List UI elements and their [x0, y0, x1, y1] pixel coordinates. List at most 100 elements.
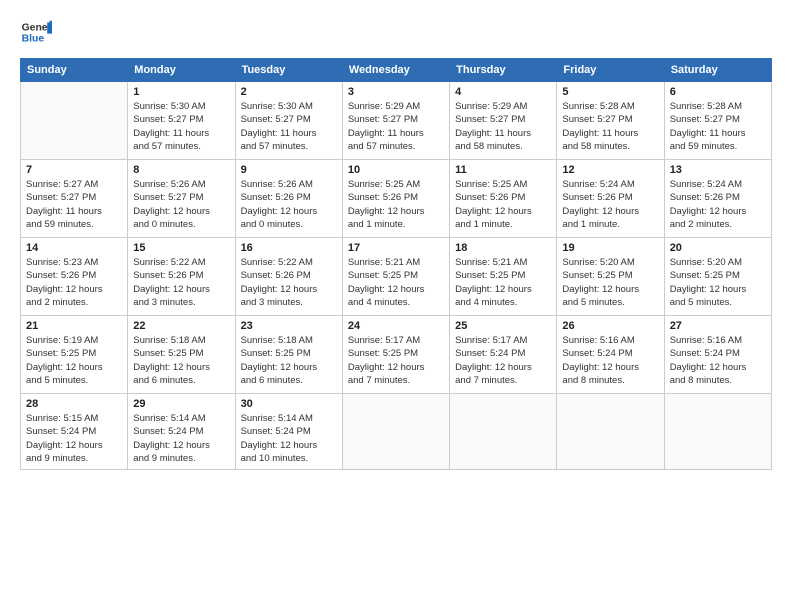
day-number: 7 — [26, 164, 122, 176]
calendar-cell — [664, 394, 771, 470]
calendar-week-row: 14 Sunrise: 5:23 AMSunset: 5:26 PMDayligh… — [21, 238, 772, 316]
calendar-cell: 30 Sunrise: 5:14 AMSunset: 5:24 PMDayligh… — [235, 394, 342, 470]
calendar-cell: 3 Sunrise: 5:29 AMSunset: 5:27 PMDaylight… — [342, 82, 449, 160]
day-info: Sunrise: 5:15 AMSunset: 5:24 PMDaylight:… — [26, 412, 122, 465]
day-number: 23 — [241, 320, 337, 332]
calendar-cell: 2 Sunrise: 5:30 AMSunset: 5:27 PMDaylight… — [235, 82, 342, 160]
day-info: Sunrise: 5:18 AMSunset: 5:25 PMDaylight:… — [241, 334, 337, 387]
day-info: Sunrise: 5:25 AMSunset: 5:26 PMDaylight:… — [455, 178, 551, 231]
calendar-cell: 13Sunrise: 5:24 AMSunset: 5:26 PMDayligh… — [664, 160, 771, 238]
day-info: Sunrise: 5:23 AMSunset: 5:26 PMDaylight:… — [26, 256, 122, 309]
day-number: 29 — [133, 398, 229, 410]
day-number: 4 — [455, 86, 551, 98]
calendar-cell — [21, 82, 128, 160]
calendar-cell: 25 Sunrise: 5:17 AMSunset: 5:24 PMDayligh… — [450, 316, 557, 394]
calendar-cell: 6 Sunrise: 5:28 AMSunset: 5:27 PMDaylight… — [664, 82, 771, 160]
calendar-cell: 23 Sunrise: 5:18 AMSunset: 5:25 PMDayligh… — [235, 316, 342, 394]
day-info: Sunrise: 5:17 AMSunset: 5:24 PMDaylight:… — [455, 334, 551, 387]
day-number: 6 — [670, 86, 766, 98]
day-info: Sunrise: 5:16 AMSunset: 5:24 PMDaylight:… — [562, 334, 658, 387]
calendar-week-row: 28 Sunrise: 5:15 AMSunset: 5:24 PMDayligh… — [21, 394, 772, 470]
day-info: Sunrise: 5:25 AMSunset: 5:26 PMDaylight:… — [348, 178, 444, 231]
day-number: 30 — [241, 398, 337, 410]
calendar-cell: 29 Sunrise: 5:14 AMSunset: 5:24 PMDayligh… — [128, 394, 235, 470]
day-info: Sunrise: 5:30 AMSunset: 5:27 PMDaylight:… — [133, 100, 229, 153]
day-info: Sunrise: 5:30 AMSunset: 5:27 PMDaylight:… — [241, 100, 337, 153]
day-info: Sunrise: 5:17 AMSunset: 5:25 PMDaylight:… — [348, 334, 444, 387]
day-number: 12 — [562, 164, 658, 176]
calendar-cell: 16 Sunrise: 5:22 AMSunset: 5:26 PMDayligh… — [235, 238, 342, 316]
svg-text:Blue: Blue — [22, 34, 45, 45]
day-number: 14 — [26, 242, 122, 254]
day-header-monday: Monday — [128, 59, 235, 82]
day-info: Sunrise: 5:16 AMSunset: 5:24 PMDaylight:… — [670, 334, 766, 387]
day-number: 3 — [348, 86, 444, 98]
day-header-saturday: Saturday — [664, 59, 771, 82]
calendar-cell: 1 Sunrise: 5:30 AMSunset: 5:27 PMDaylight… — [128, 82, 235, 160]
day-number: 16 — [241, 242, 337, 254]
day-number: 5 — [562, 86, 658, 98]
calendar-cell: 5 Sunrise: 5:28 AMSunset: 5:27 PMDaylight… — [557, 82, 664, 160]
day-info: Sunrise: 5:14 AMSunset: 5:24 PMDaylight:… — [241, 412, 337, 465]
day-number: 19 — [562, 242, 658, 254]
calendar-cell: 19Sunrise: 5:20 AMSunset: 5:25 PMDayligh… — [557, 238, 664, 316]
calendar-cell: 24 Sunrise: 5:17 AMSunset: 5:25 PMDayligh… — [342, 316, 449, 394]
day-number: 1 — [133, 86, 229, 98]
day-info: Sunrise: 5:14 AMSunset: 5:24 PMDaylight:… — [133, 412, 229, 465]
day-number: 17 — [348, 242, 444, 254]
calendar-cell: 8Sunrise: 5:26 AMSunset: 5:27 PMDaylight… — [128, 160, 235, 238]
day-info: Sunrise: 5:19 AMSunset: 5:25 PMDaylight:… — [26, 334, 122, 387]
day-info: Sunrise: 5:27 AMSunset: 5:27 PMDaylight:… — [26, 178, 122, 231]
calendar-cell: 17Sunrise: 5:21 AMSunset: 5:25 PMDayligh… — [342, 238, 449, 316]
day-number: 11 — [455, 164, 551, 176]
day-number: 27 — [670, 320, 766, 332]
calendar-cell: 9 Sunrise: 5:26 AMSunset: 5:26 PMDaylight… — [235, 160, 342, 238]
day-info: Sunrise: 5:24 AMSunset: 5:26 PMDaylight:… — [670, 178, 766, 231]
day-number: 9 — [241, 164, 337, 176]
day-info: Sunrise: 5:26 AMSunset: 5:27 PMDaylight:… — [133, 178, 229, 231]
calendar-cell: 14 Sunrise: 5:23 AMSunset: 5:26 PMDayligh… — [21, 238, 128, 316]
calendar-table: SundayMondayTuesdayWednesdayThursdayFrid… — [20, 58, 772, 470]
day-info: Sunrise: 5:29 AMSunset: 5:27 PMDaylight:… — [455, 100, 551, 153]
calendar-cell: 21 Sunrise: 5:19 AMSunset: 5:25 PMDayligh… — [21, 316, 128, 394]
day-info: Sunrise: 5:22 AMSunset: 5:26 PMDaylight:… — [241, 256, 337, 309]
day-number: 21 — [26, 320, 122, 332]
calendar-cell: 10 Sunrise: 5:25 AMSunset: 5:26 PMDayligh… — [342, 160, 449, 238]
header: General Blue — [20, 16, 772, 48]
calendar-cell: 18Sunrise: 5:21 AMSunset: 5:25 PMDayligh… — [450, 238, 557, 316]
day-info: Sunrise: 5:28 AMSunset: 5:27 PMDaylight:… — [562, 100, 658, 153]
calendar-cell: 27 Sunrise: 5:16 AMSunset: 5:24 PMDayligh… — [664, 316, 771, 394]
day-header-wednesday: Wednesday — [342, 59, 449, 82]
calendar-cell: 4 Sunrise: 5:29 AMSunset: 5:27 PMDaylight… — [450, 82, 557, 160]
day-info: Sunrise: 5:18 AMSunset: 5:25 PMDaylight:… — [133, 334, 229, 387]
calendar-cell — [450, 394, 557, 470]
calendar-body: 1 Sunrise: 5:30 AMSunset: 5:27 PMDaylight… — [21, 82, 772, 470]
day-info: Sunrise: 5:26 AMSunset: 5:26 PMDaylight:… — [241, 178, 337, 231]
logo-icon: General Blue — [20, 16, 52, 48]
logo: General Blue — [20, 16, 56, 48]
calendar-cell: 28 Sunrise: 5:15 AMSunset: 5:24 PMDayligh… — [21, 394, 128, 470]
day-number: 25 — [455, 320, 551, 332]
day-info: Sunrise: 5:24 AMSunset: 5:26 PMDaylight:… — [562, 178, 658, 231]
calendar-header-row: SundayMondayTuesdayWednesdayThursdayFrid… — [21, 59, 772, 82]
calendar-cell: 22 Sunrise: 5:18 AMSunset: 5:25 PMDayligh… — [128, 316, 235, 394]
day-header-friday: Friday — [557, 59, 664, 82]
day-number: 10 — [348, 164, 444, 176]
day-info: Sunrise: 5:22 AMSunset: 5:26 PMDaylight:… — [133, 256, 229, 309]
calendar-cell: 12 Sunrise: 5:24 AMSunset: 5:26 PMDayligh… — [557, 160, 664, 238]
calendar-cell — [342, 394, 449, 470]
calendar-cell: 20Sunrise: 5:20 AMSunset: 5:25 PMDayligh… — [664, 238, 771, 316]
day-number: 2 — [241, 86, 337, 98]
day-info: Sunrise: 5:20 AMSunset: 5:25 PMDaylight:… — [670, 256, 766, 309]
calendar-week-row: 1 Sunrise: 5:30 AMSunset: 5:27 PMDaylight… — [21, 82, 772, 160]
calendar-week-row: 21 Sunrise: 5:19 AMSunset: 5:25 PMDayligh… — [21, 316, 772, 394]
calendar-cell: 26 Sunrise: 5:16 AMSunset: 5:24 PMDayligh… — [557, 316, 664, 394]
day-number: 15 — [133, 242, 229, 254]
day-info: Sunrise: 5:29 AMSunset: 5:27 PMDaylight:… — [348, 100, 444, 153]
day-info: Sunrise: 5:28 AMSunset: 5:27 PMDaylight:… — [670, 100, 766, 153]
day-number: 22 — [133, 320, 229, 332]
day-number: 28 — [26, 398, 122, 410]
day-header-sunday: Sunday — [21, 59, 128, 82]
day-number: 24 — [348, 320, 444, 332]
day-number: 26 — [562, 320, 658, 332]
